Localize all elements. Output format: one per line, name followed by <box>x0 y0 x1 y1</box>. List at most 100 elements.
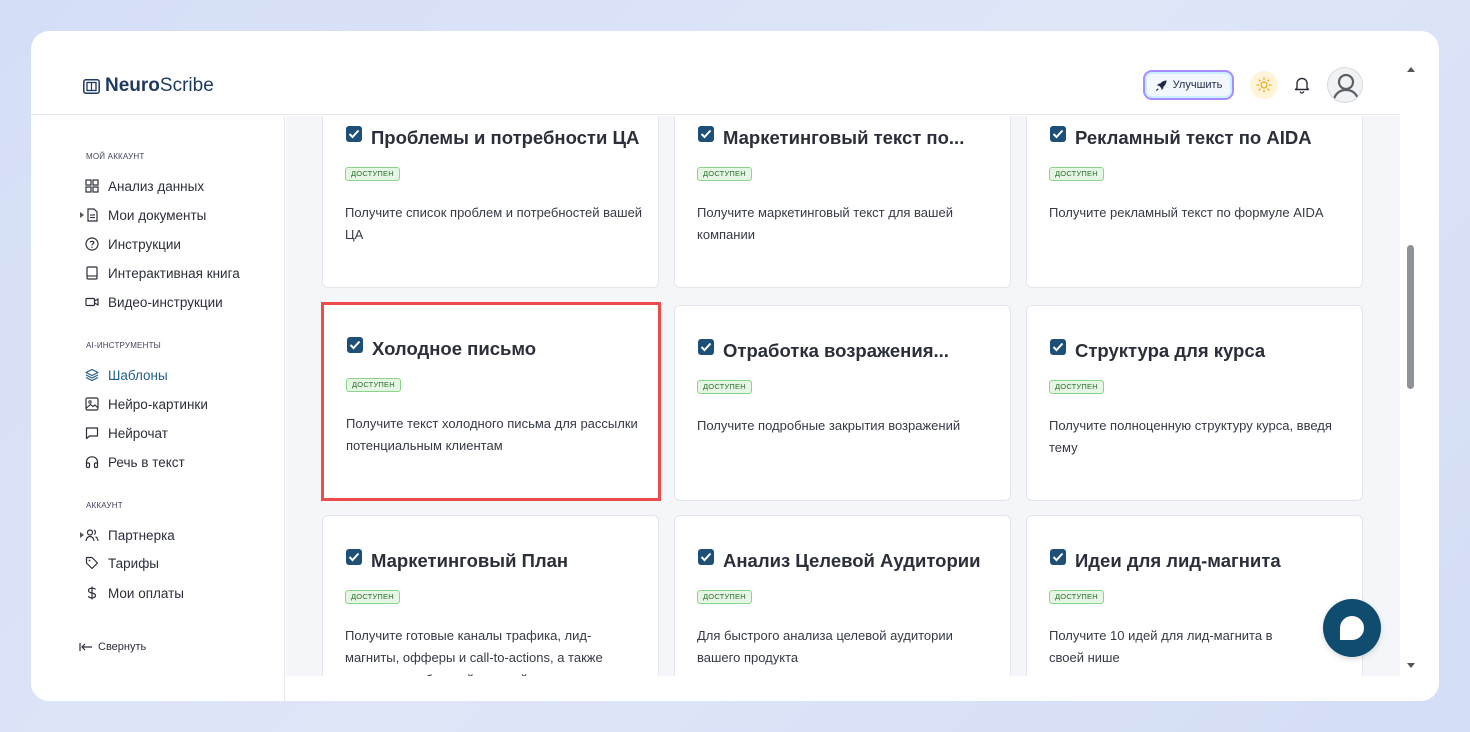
card-description: Получите готовые каналы трафика, лид-маг… <box>345 628 603 676</box>
card-title-text: Структура для курса <box>1075 340 1266 361</box>
sidebar: МОЙ АККАУНТ Анализ данных Мои документы <box>31 116 285 701</box>
status-badge: доступен <box>345 167 400 181</box>
sidebar-item-instructions[interactable]: Инструкции <box>85 234 181 254</box>
template-card[interactable]: Анализ Целевой Аудитории доступен Для бы… <box>674 515 1011 676</box>
document-icon <box>87 208 98 222</box>
sidebar-item-label: Инструкции <box>108 236 181 252</box>
template-card[interactable]: Идеи для лид-магнита доступен Получите 1… <box>1026 515 1363 676</box>
grid-icon <box>85 179 99 193</box>
card-title: Маркетинговый План <box>345 549 568 572</box>
video-icon <box>85 297 99 307</box>
image-icon <box>85 397 99 411</box>
sidebar-item-partner[interactable]: Партнерка <box>80 525 175 545</box>
sidebar-item-label: Нейро-картинки <box>108 396 208 412</box>
expand-caret-icon[interactable] <box>80 212 84 218</box>
chat-support-button[interactable] <box>1323 599 1381 657</box>
book-icon <box>86 266 98 280</box>
card-title: Холодное письмо <box>346 337 537 360</box>
tag-icon <box>85 556 99 570</box>
sidebar-item-label: Тарифы <box>108 555 160 571</box>
chat-bubble-icon <box>1340 616 1364 640</box>
sidebar-item-video-instructions[interactable]: Видео-инструкции <box>85 292 223 312</box>
status-badge: доступен <box>697 380 752 394</box>
theme-toggle-button[interactable] <box>1250 71 1278 99</box>
sun-icon <box>1256 77 1272 93</box>
status-badge: доступен <box>346 378 401 392</box>
scroll-thumb[interactable] <box>1407 245 1414 389</box>
section-label-my-account: МОЙ АККАУНТ <box>86 152 145 161</box>
sidebar-item-speech-to-text[interactable]: Речь в текст <box>85 452 185 472</box>
status-badge: доступен <box>1049 380 1104 394</box>
card-title-text: Холодное письмо <box>372 338 537 359</box>
template-card[interactable]: Проблемы и потребности ЦА доступен Получ… <box>322 116 659 288</box>
sidebar-item-my-payments[interactable]: Мои оплаты <box>85 583 184 603</box>
sidebar-item-label: Нейрочат <box>108 425 168 441</box>
sidebar-item-neuro-images[interactable]: Нейро-картинки <box>85 394 208 414</box>
sidebar-item-label: Мои оплаты <box>108 585 184 601</box>
user-avatar[interactable] <box>1327 67 1363 103</box>
checkbox-icon <box>698 549 714 565</box>
template-card[interactable]: Структура для курса доступен Получите по… <box>1026 305 1363 501</box>
logo[interactable]: Neuro Scribe <box>83 75 214 97</box>
sidebar-item-label: Шаблоны <box>108 367 168 383</box>
top-header: Neuro Scribe Улучшить <box>31 31 1400 115</box>
scroll-up-arrow-icon[interactable] <box>1407 67 1415 72</box>
upgrade-label: Улучшить <box>1172 79 1223 91</box>
templates-grid: Проблемы и потребности ЦА доступен Получ… <box>286 116 1400 676</box>
card-title-text: Отработка возражения... <box>723 340 949 361</box>
card-description: Получите рекламный текст по формуле AIDA <box>1049 205 1324 220</box>
users-icon <box>85 529 99 542</box>
template-card[interactable]: Отработка возражения... доступен Получит… <box>674 305 1011 501</box>
sidebar-item-label: Анализ данных <box>108 178 205 194</box>
collapse-sidebar-button[interactable]: Свернуть <box>79 641 146 653</box>
dollar-icon <box>87 586 97 600</box>
status-badge: доступен <box>1049 167 1104 181</box>
card-title-text: Анализ Целевой Аудитории <box>723 550 981 571</box>
card-title-text: Рекламный текст по AIDA <box>1075 127 1312 148</box>
sidebar-item-label: Видео-инструкции <box>108 294 223 310</box>
sidebar-item-templates[interactable]: Шаблоны <box>85 365 168 385</box>
checkbox-icon <box>698 339 714 355</box>
logo-bold-text: Neuro <box>105 75 160 96</box>
expand-caret-icon[interactable] <box>80 532 84 538</box>
card-title: Анализ Целевой Аудитории <box>697 549 981 572</box>
help-circle-icon <box>85 237 99 251</box>
checkbox-icon <box>1050 126 1066 142</box>
template-card-highlighted[interactable]: Холодное письмо доступен Получите текст … <box>321 302 661 501</box>
template-card[interactable]: Рекламный текст по AIDA доступен Получит… <box>1026 116 1363 288</box>
card-title-text: Идеи для лид-магнита <box>1075 550 1281 571</box>
app-window: Neuro Scribe Улучшить МОЙ АККАУНТ Анализ… <box>31 31 1439 701</box>
notifications-button[interactable] <box>1290 73 1314 97</box>
checkbox-icon <box>347 337 363 353</box>
sidebar-item-neurochat[interactable]: Нейрочат <box>85 423 168 443</box>
template-card[interactable]: Маркетинговый План доступен Получите гот… <box>322 515 659 676</box>
sidebar-item-label: Мои документы <box>108 207 207 223</box>
card-description: Получите список проблем и потребностей в… <box>345 205 643 242</box>
checkbox-icon <box>1050 339 1066 355</box>
scroll-down-arrow-icon[interactable] <box>1407 663 1415 668</box>
section-label-ai-tools: AI-ИНСТРУМЕНТЫ <box>86 341 161 350</box>
sidebar-item-data-analysis[interactable]: Анализ данных <box>85 176 204 196</box>
scrollbar[interactable] <box>1400 59 1422 679</box>
card-title: Проблемы и потребности ЦА <box>345 126 640 149</box>
sidebar-item-label: Речь в текст <box>108 454 185 470</box>
sidebar-item-my-documents[interactable]: Мои документы <box>80 205 207 225</box>
card-title-text: Проблемы и потребности ЦА <box>371 127 640 148</box>
sidebar-item-label: Интерактивная книга <box>108 265 240 281</box>
card-description: Получите полноценную структуру курса, вв… <box>1049 418 1332 455</box>
status-badge: доступен <box>697 590 752 604</box>
sidebar-item-interactive-book[interactable]: Интерактивная книга <box>85 263 240 283</box>
upgrade-button[interactable]: Улучшить <box>1143 70 1234 100</box>
checkbox-icon <box>346 549 362 565</box>
collapse-arrow-icon <box>79 643 92 651</box>
status-badge: доступен <box>1049 590 1104 604</box>
card-title: Структура для курса <box>1049 339 1266 362</box>
template-card[interactable]: Маркетинговый текст по... доступен Получ… <box>674 116 1011 288</box>
sidebar-item-tariffs[interactable]: Тарифы <box>85 553 159 573</box>
headphones-icon <box>85 456 99 469</box>
card-description: Для быстрого анализа целевой аудитории в… <box>697 628 953 665</box>
card-title-text: Маркетинговый текст по... <box>723 127 965 148</box>
card-description: Получите подробные закрытия возражений <box>697 418 961 433</box>
logo-icon <box>83 78 100 94</box>
section-label-account: АККАУНТ <box>86 501 123 510</box>
